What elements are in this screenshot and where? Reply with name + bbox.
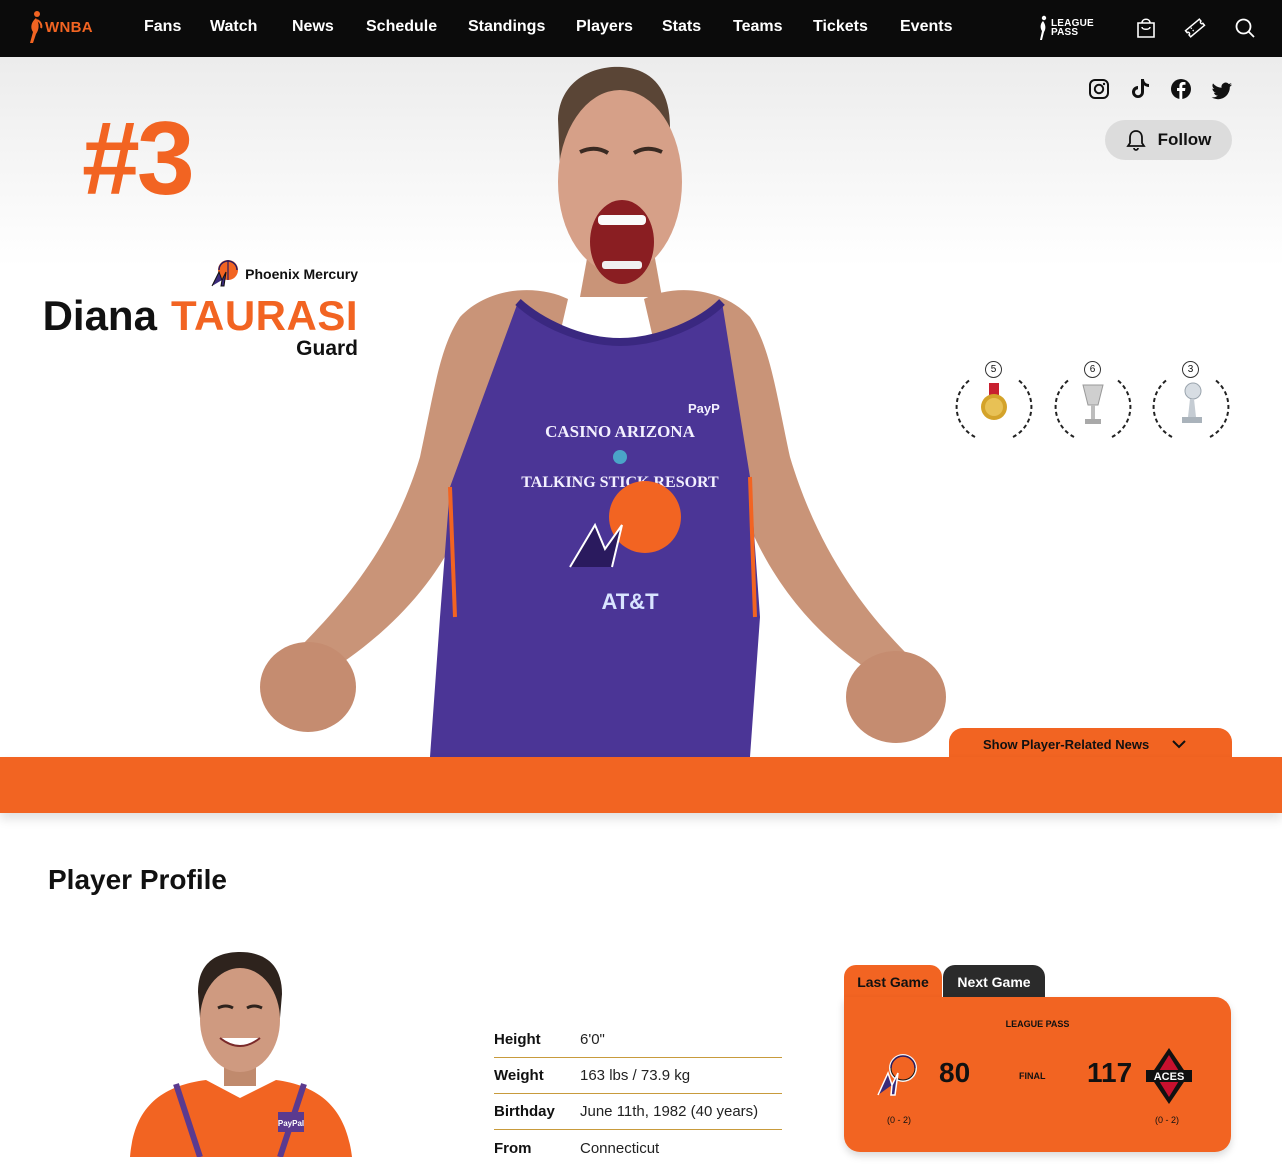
stat-value: Connecticut <box>580 1139 660 1157</box>
player-hero: #3 Phoenix Mercury Diana TAURASI Guard C… <box>0 57 1282 757</box>
award-count: 3 <box>1182 361 1199 378</box>
stat-value: 6'0" <box>580 1031 605 1048</box>
show-news-toggle[interactable]: Show Player-Related News <box>949 728 1232 757</box>
nav-item-watch[interactable]: Watch <box>210 18 257 36</box>
game-card[interactable]: LEAGUE PASS 80 FINAL 117 ACES (0 - 2) (0… <box>844 997 1231 1152</box>
award-mvp[interactable]: 3 <box>1150 361 1232 441</box>
instagram-icon[interactable] <box>1088 78 1110 100</box>
award-championship[interactable]: 6 <box>1052 361 1134 441</box>
stat-value: June 11th, 1982 (40 years) <box>580 1103 759 1120</box>
stat-label: Weight <box>494 1067 544 1084</box>
search-icon[interactable] <box>1233 16 1257 40</box>
nav-item-schedule[interactable]: Schedule <box>366 18 437 36</box>
league-pass-logo[interactable]: LEAGUE PASS <box>1038 13 1110 43</box>
nav-item-teams[interactable]: Teams <box>733 18 783 36</box>
wnba-logo[interactable]: WNBA <box>27 9 93 45</box>
league-pass-player-icon <box>1040 15 1047 40</box>
svg-text:TALKING STICK RESORT: TALKING STICK RESORT <box>521 474 719 491</box>
stat-row-height: Height 6'0" <box>494 1022 782 1058</box>
wnba-logo-text: WNBA <box>45 18 93 36</box>
player-headshot: PayPal <box>130 952 352 1157</box>
nav-item-stats[interactable]: Stats <box>662 18 701 36</box>
tiktok-icon[interactable] <box>1129 77 1151 99</box>
bell-icon <box>1125 130 1146 151</box>
away-score: 117 <box>1087 1057 1133 1088</box>
section-title-player-profile: Player Profile <box>48 864 227 895</box>
nav-item-players[interactable]: Players <box>576 18 633 36</box>
home-score: 80 <box>939 1057 971 1088</box>
league-pass-line2: PASS <box>1051 27 1079 38</box>
phoenix-mercury-logo-icon <box>877 1054 917 1096</box>
las-vegas-aces-logo-icon: ACES <box>1146 1048 1192 1104</box>
player-stats-table: Height 6'0" Weight 163 lbs / 73.9 kg Bir… <box>494 1022 782 1165</box>
tab-last-game[interactable]: Last Game <box>844 965 942 999</box>
svg-text:PayP: PayP <box>688 401 720 416</box>
nav-item-standings[interactable]: Standings <box>468 18 545 36</box>
away-record: (0 - 2) <box>1155 1115 1180 1125</box>
stat-label: Height <box>494 1031 541 1048</box>
shopping-bag-icon[interactable] <box>1134 16 1158 40</box>
nav-item-events[interactable]: Events <box>900 18 952 36</box>
player-hero-image: CASINO ARIZONA TALKING STICK RESORT PayP… <box>260 66 946 757</box>
follow-button[interactable]: Follow <box>1105 120 1232 160</box>
nav-item-fans[interactable]: Fans <box>144 18 181 36</box>
show-news-label: Show Player-Related News <box>983 736 1150 752</box>
stat-label: Birthday <box>494 1103 555 1120</box>
svg-text:CASINO ARIZONA: CASINO ARIZONA <box>545 422 695 441</box>
phoenix-mercury-logo-icon <box>211 260 239 287</box>
ticket-icon[interactable] <box>1183 16 1207 40</box>
stat-value: 163 lbs / 73.9 kg <box>580 1067 691 1084</box>
facebook-icon[interactable] <box>1170 78 1192 100</box>
stat-row-from: From Connecticut <box>494 1130 782 1165</box>
follow-label: Follow <box>1157 130 1212 149</box>
player-page: WNBA Fans Watch News Schedule Standings … <box>0 0 1282 1165</box>
chevron-down-icon <box>1172 740 1186 749</box>
stat-row-birthday: Birthday June 11th, 1982 (40 years) <box>494 1094 782 1130</box>
top-navigation: WNBA Fans Watch News Schedule Standings … <box>0 0 1282 57</box>
svg-text:AT&T: AT&T <box>601 589 659 614</box>
stat-label: From <box>494 1139 532 1157</box>
award-olympic-medal[interactable]: 5 <box>953 361 1035 441</box>
aces-logo-text: ACES <box>1154 1071 1185 1083</box>
game-status: FINAL <box>1019 1071 1046 1081</box>
svg-text:PayPal: PayPal <box>278 1119 304 1128</box>
player-first-name: Diana <box>42 292 157 339</box>
nav-item-tickets[interactable]: Tickets <box>813 18 868 36</box>
jersey-number: #3 <box>82 101 195 217</box>
accent-band <box>0 757 1282 813</box>
award-count: 6 <box>1084 361 1101 378</box>
award-count: 5 <box>985 361 1002 378</box>
stat-row-weight: Weight 163 lbs / 73.9 kg <box>494 1058 782 1094</box>
nav-item-news[interactable]: News <box>292 18 334 36</box>
wnba-logo-icon <box>30 11 43 43</box>
tab-next-game[interactable]: Next Game <box>943 965 1045 999</box>
home-record: (0 - 2) <box>887 1115 912 1125</box>
twitter-icon[interactable] <box>1211 80 1233 102</box>
broadcast-network: LEAGUE PASS <box>1005 1019 1070 1029</box>
